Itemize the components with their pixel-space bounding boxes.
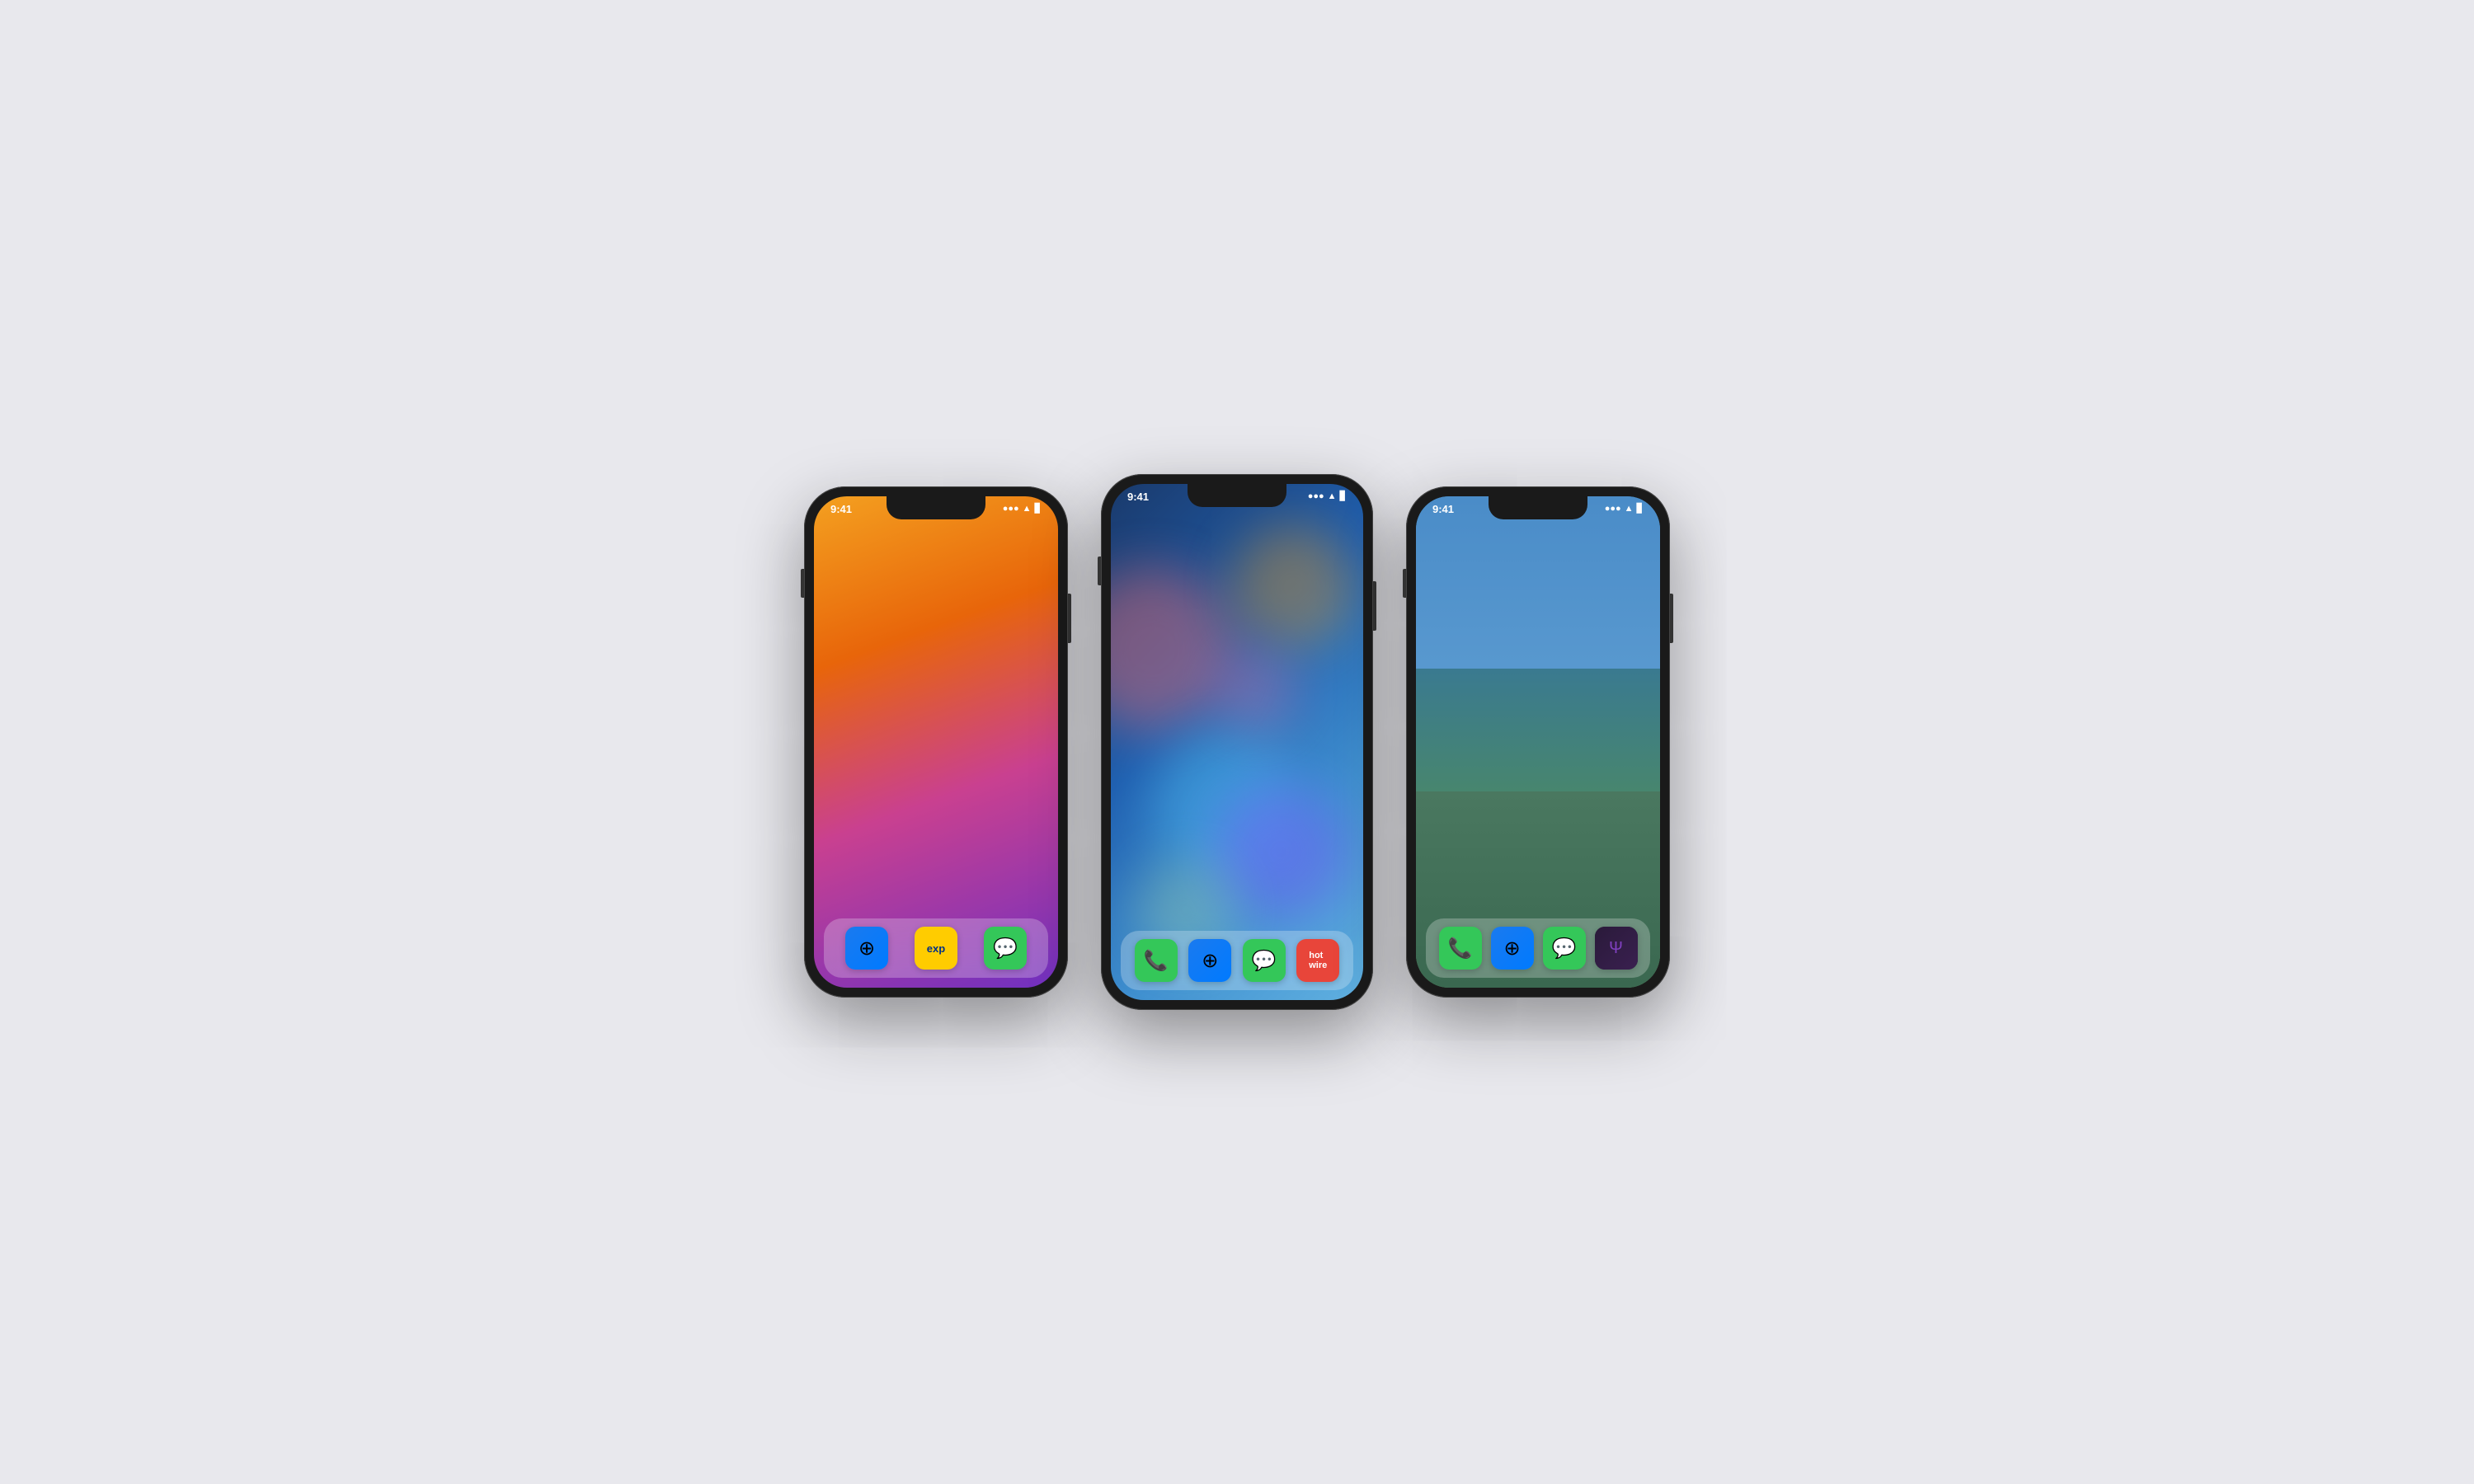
phone-3: 9:41 ●●● ▲ ▊ ✉ TUE 15 — [1406, 486, 1670, 998]
hotwire-icon: hotwire — [1296, 939, 1339, 982]
dock-wallet-3[interactable]: Ψ — [1595, 927, 1638, 970]
phone-2-status-icons: ●●● ▲ ▊ — [1308, 491, 1347, 501]
phone-1-screen: 9:41 ●●● ▲ ▊ TUE 15 — [814, 496, 1058, 988]
battery-icon: ▊ — [1035, 503, 1042, 514]
dock-safari-3[interactable]: ⊕ — [1491, 927, 1534, 970]
messages-icon-2: 💬 — [1243, 939, 1286, 982]
phone-2: 9:41 ●●● ▲ ▊ 35% off — [1101, 474, 1373, 1010]
messages-icon: 💬 — [984, 927, 1027, 970]
phone-icon-3: 📞 — [1439, 927, 1482, 970]
phone-1-time: 9:41 — [830, 503, 852, 515]
safari-icon-3: ⊕ — [1491, 927, 1534, 970]
phone-3-notch — [1489, 496, 1587, 519]
phone-1: 9:41 ●●● ▲ ▊ TUE 15 — [804, 486, 1068, 998]
safari-icon: ⊕ — [845, 927, 888, 970]
dock-messages-3[interactable]: 💬 — [1543, 927, 1586, 970]
phone-3-bg — [1416, 496, 1660, 988]
phone-2-time: 9:41 — [1127, 491, 1149, 503]
dock-phone-2[interactable]: 📞 — [1135, 939, 1178, 982]
phones-container: 9:41 ●●● ▲ ▊ TUE 15 — [804, 474, 1670, 1010]
battery-icon-2: ▊ — [1340, 491, 1347, 501]
phone-1-content: 9:41 ●●● ▲ ▊ TUE 15 — [814, 496, 1058, 988]
dock-safari-2[interactable]: ⊕ — [1188, 939, 1231, 982]
phone-icon-2: 📞 — [1135, 939, 1178, 982]
phone-2-screen: 9:41 ●●● ▲ ▊ 35% off — [1111, 484, 1363, 1000]
dock-messages[interactable]: 💬 — [984, 927, 1027, 970]
phone-3-dock: 📞 ⊕ 💬 Ψ — [1426, 918, 1650, 978]
battery-icon-3: ▊ — [1637, 503, 1644, 514]
phone-2-dock: 📞 ⊕ 💬 hotwire — [1121, 931, 1353, 990]
dock-phone-3[interactable]: 📞 — [1439, 927, 1482, 970]
phone-2-notch — [1188, 484, 1286, 507]
dock-hotwire[interactable]: hotwire — [1296, 939, 1339, 982]
phone-3-content: 9:41 ●●● ▲ ▊ ✉ TUE 15 — [1416, 496, 1660, 988]
messages-icon-3: 💬 — [1543, 927, 1586, 970]
phone-1-status-icons: ●●● ▲ ▊ — [1003, 503, 1042, 514]
wifi-icon-2: ▲ — [1328, 491, 1337, 501]
phone-1-bg — [814, 496, 1058, 988]
dock-safari[interactable]: ⊕ — [845, 927, 888, 970]
wifi-icon: ▲ — [1023, 504, 1032, 514]
expedia-icon: exp — [915, 927, 957, 970]
signal-icon-3: ●●● — [1605, 504, 1621, 514]
signal-icon: ●●● — [1003, 504, 1019, 514]
phone-3-status-icons: ●●● ▲ ▊ — [1605, 503, 1644, 514]
phone-1-notch — [887, 496, 985, 519]
phone-3-screen: 9:41 ●●● ▲ ▊ ✉ TUE 15 — [1416, 496, 1660, 988]
phone-3-time: 9:41 — [1432, 503, 1454, 515]
phone-1-dock: ⊕ exp 💬 — [824, 918, 1048, 978]
dock-expedia[interactable]: exp — [915, 927, 957, 970]
phone-2-bg — [1111, 484, 1363, 1000]
safari-icon-2: ⊕ — [1188, 939, 1231, 982]
phone-2-content: 9:41 ●●● ▲ ▊ 35% off — [1111, 484, 1363, 1000]
signal-icon-2: ●●● — [1308, 491, 1324, 501]
dock-wallet-icon: Ψ — [1595, 927, 1638, 970]
dock-messages-2[interactable]: 💬 — [1243, 939, 1286, 982]
wifi-icon-3: ▲ — [1625, 504, 1634, 514]
